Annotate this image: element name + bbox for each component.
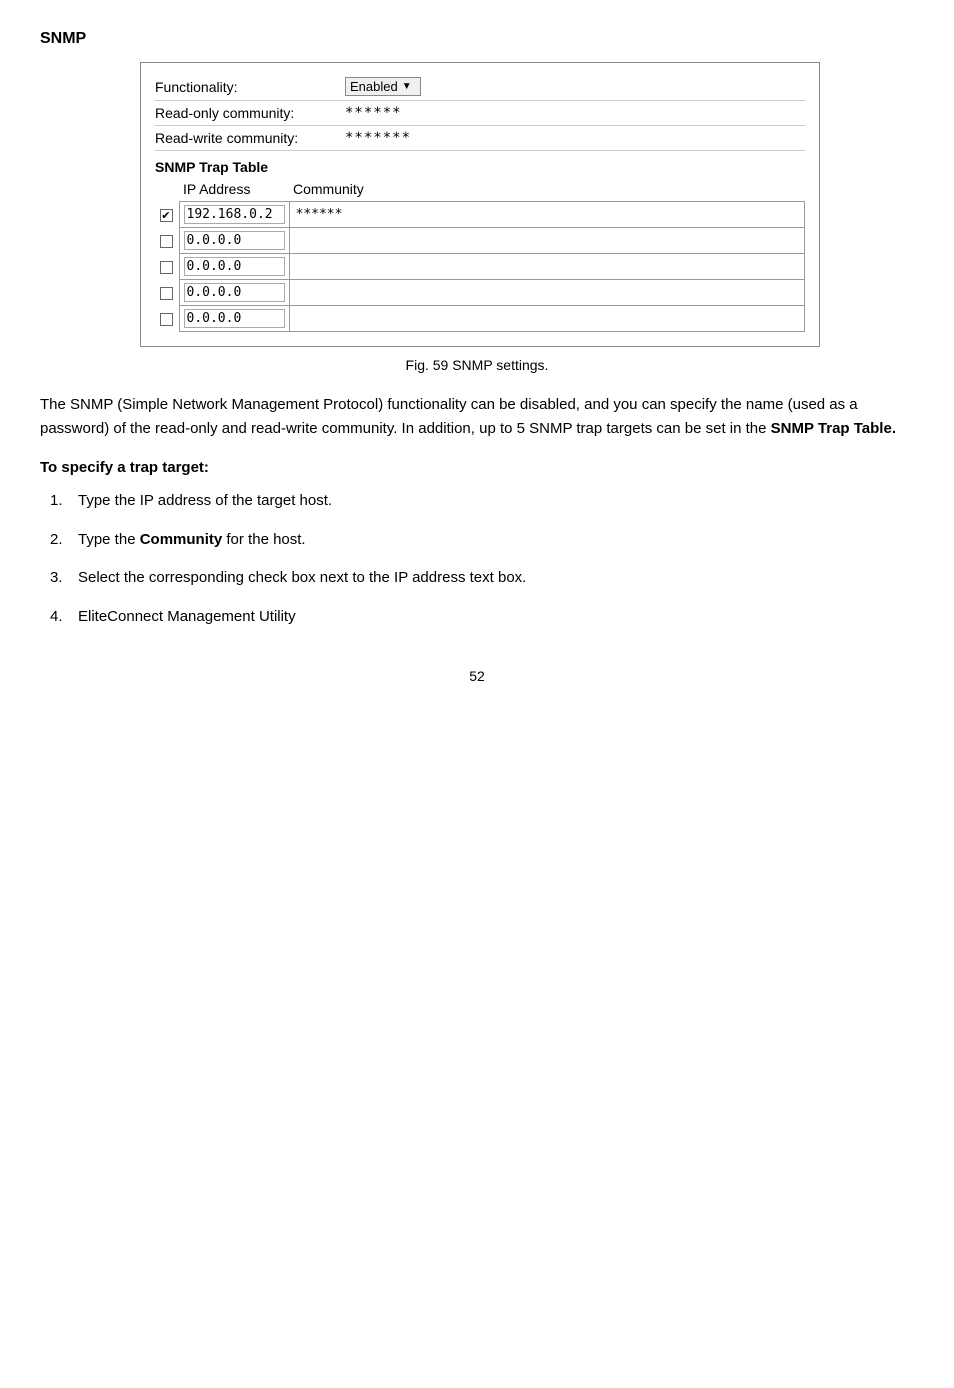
ip-input-1[interactable] bbox=[184, 231, 285, 250]
community-input-3[interactable] bbox=[294, 284, 801, 301]
checkbox-col-header bbox=[155, 179, 179, 202]
read-only-row: Read-only community: ****** bbox=[155, 101, 805, 126]
steps-list: 1.Type the IP address of the target host… bbox=[50, 490, 914, 628]
table-row bbox=[155, 280, 805, 306]
table-row bbox=[155, 202, 805, 228]
paragraph-bold: SNMP Trap Table. bbox=[771, 420, 896, 437]
step-text-0: Type the IP address of the target host. bbox=[78, 490, 332, 513]
trap-checkbox-4[interactable] bbox=[160, 313, 173, 326]
step-number-0: 1. bbox=[50, 490, 78, 513]
section-heading: To specify a trap target: bbox=[40, 459, 914, 476]
figure-caption: Fig. 59 SNMP settings. bbox=[40, 357, 914, 373]
snmp-trap-table: IP Address Community bbox=[155, 179, 805, 332]
functionality-select[interactable]: Enabled ▼ bbox=[345, 77, 421, 96]
ip-col-header: IP Address bbox=[179, 179, 289, 202]
step-number-1: 2. bbox=[50, 529, 78, 552]
read-only-label: Read-only community: bbox=[155, 105, 345, 121]
community-input-4[interactable] bbox=[294, 310, 801, 327]
list-item: 2.Type the Community for the host. bbox=[50, 529, 914, 552]
table-row bbox=[155, 306, 805, 332]
list-item: 4.EliteConnect Management Utility bbox=[50, 606, 914, 629]
step-text-3: EliteConnect Management Utility bbox=[78, 606, 296, 629]
step-text-2: Select the corresponding check box next … bbox=[78, 567, 526, 590]
community-bold: Community bbox=[140, 531, 223, 548]
step-number-3: 4. bbox=[50, 606, 78, 629]
ip-input-2[interactable] bbox=[184, 257, 285, 276]
trap-table-title: SNMP Trap Table bbox=[155, 159, 805, 175]
community-col-header: Community bbox=[289, 179, 805, 202]
body-paragraph: The SNMP (Simple Network Management Prot… bbox=[40, 393, 914, 441]
community-input-0[interactable] bbox=[294, 206, 801, 223]
ip-input-0[interactable] bbox=[184, 205, 285, 224]
step-text-1: Type the Community for the host. bbox=[78, 529, 306, 552]
community-input-2[interactable] bbox=[294, 258, 801, 275]
functionality-row: Functionality: Enabled ▼ bbox=[155, 73, 805, 101]
paragraph-text: The SNMP (Simple Network Management Prot… bbox=[40, 396, 858, 437]
table-row bbox=[155, 228, 805, 254]
read-write-row: Read-write community: ******* bbox=[155, 126, 805, 151]
table-row bbox=[155, 254, 805, 280]
step-number-2: 3. bbox=[50, 567, 78, 590]
community-input-1[interactable] bbox=[294, 232, 801, 249]
functionality-value: Enabled bbox=[350, 79, 398, 94]
list-item: 1.Type the IP address of the target host… bbox=[50, 490, 914, 513]
page-number: 52 bbox=[40, 668, 914, 684]
chevron-down-icon: ▼ bbox=[402, 81, 412, 92]
ip-input-4[interactable] bbox=[184, 309, 285, 328]
trap-checkbox-1[interactable] bbox=[160, 235, 173, 248]
page-title: SNMP bbox=[40, 30, 914, 48]
functionality-label: Functionality: bbox=[155, 79, 345, 95]
snmp-settings-box: Functionality: Enabled ▼ Read-only commu… bbox=[140, 62, 820, 347]
trap-checkbox-2[interactable] bbox=[160, 261, 173, 274]
read-write-label: Read-write community: bbox=[155, 130, 345, 146]
read-only-value: ****** bbox=[345, 105, 402, 121]
ip-input-3[interactable] bbox=[184, 283, 285, 302]
trap-checkbox-3[interactable] bbox=[160, 287, 173, 300]
trap-checkbox-0[interactable] bbox=[160, 209, 173, 222]
read-write-value: ******* bbox=[345, 130, 411, 146]
list-item: 3.Select the corresponding check box nex… bbox=[50, 567, 914, 590]
